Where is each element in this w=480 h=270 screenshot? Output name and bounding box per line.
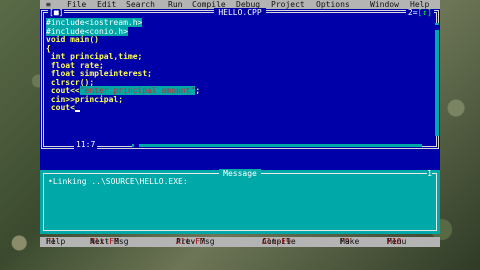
- close-icon[interactable]: [■]: [48, 8, 65, 17]
- editor-title: HELLO.CPP: [214, 8, 266, 17]
- code-line[interactable]: void main(): [46, 35, 426, 45]
- horizontal-scrollbar[interactable]: [132, 143, 422, 148]
- vertical-scrollbar[interactable]: [435, 23, 439, 136]
- cursor-position: 11:7: [74, 140, 98, 149]
- desktop-area: [40, 150, 440, 170]
- text-cursor: [74, 109, 80, 112]
- hotkey-f10-label: Menu: [387, 237, 407, 246]
- code-line[interactable]: cout<: [46, 103, 426, 113]
- code-line-text: cout<: [46, 103, 75, 112]
- message-title: Message: [219, 169, 261, 178]
- close-glyph: [■]: [49, 8, 64, 17]
- vertical-scroll-thumb[interactable]: [435, 25, 439, 30]
- code-line[interactable]: cin>>principal;: [46, 95, 426, 105]
- status-bar: F1 Help Alt-F8 Next Msg Alt-F7 Prev Msg …: [40, 237, 440, 247]
- menu-file[interactable]: File: [67, 0, 86, 9]
- window-number: 2=[↕]: [405, 8, 434, 17]
- window-number-value: 2: [407, 8, 413, 17]
- menu-options[interactable]: Options: [316, 0, 350, 9]
- hotkey-alt-f7-label: Prev Msg: [176, 237, 215, 246]
- menu-window[interactable]: Window: [370, 0, 399, 9]
- editor-title-bar: HELLO.CPP: [40, 8, 440, 17]
- message-window[interactable]: Message 1 •Linking ..\SOURCE\HELLO.EXE:: [40, 169, 440, 234]
- editor-bottom-bar: 11:7: [44, 141, 436, 149]
- code-area[interactable]: #include<iostream.h> #include<conio.h> voi…: [46, 18, 426, 113]
- code-line-text: #include<iostream.h>: [46, 18, 143, 27]
- menu-edit[interactable]: Edit: [97, 0, 116, 9]
- hotkey-f9-label: Make: [340, 237, 360, 246]
- horizontal-scroll-thumb[interactable]: [134, 143, 139, 148]
- menu-run[interactable]: Run: [168, 0, 182, 9]
- editor-window[interactable]: HELLO.CPP [■] 2=[↕] #include<iostream.h>…: [40, 8, 440, 150]
- hotkey-alt-f8-label: Next Msg: [90, 237, 129, 246]
- message-line[interactable]: •Linking ..\SOURCE\HELLO.EXE:: [48, 178, 188, 186]
- zoom-icon[interactable]: [↕]: [418, 8, 432, 17]
- message-window-number: 1: [427, 169, 432, 178]
- code-line-text: void main(): [46, 35, 99, 44]
- menu-search[interactable]: Search: [126, 0, 155, 9]
- code-line[interactable]: float simpleinterest;: [46, 69, 426, 79]
- hotkey-f1-label: Help: [46, 237, 66, 246]
- hotkey-alt-f9-label: Compile: [262, 237, 296, 246]
- code-line[interactable]: #include<conio.h>: [46, 26, 426, 37]
- menu-project[interactable]: Project: [271, 0, 305, 9]
